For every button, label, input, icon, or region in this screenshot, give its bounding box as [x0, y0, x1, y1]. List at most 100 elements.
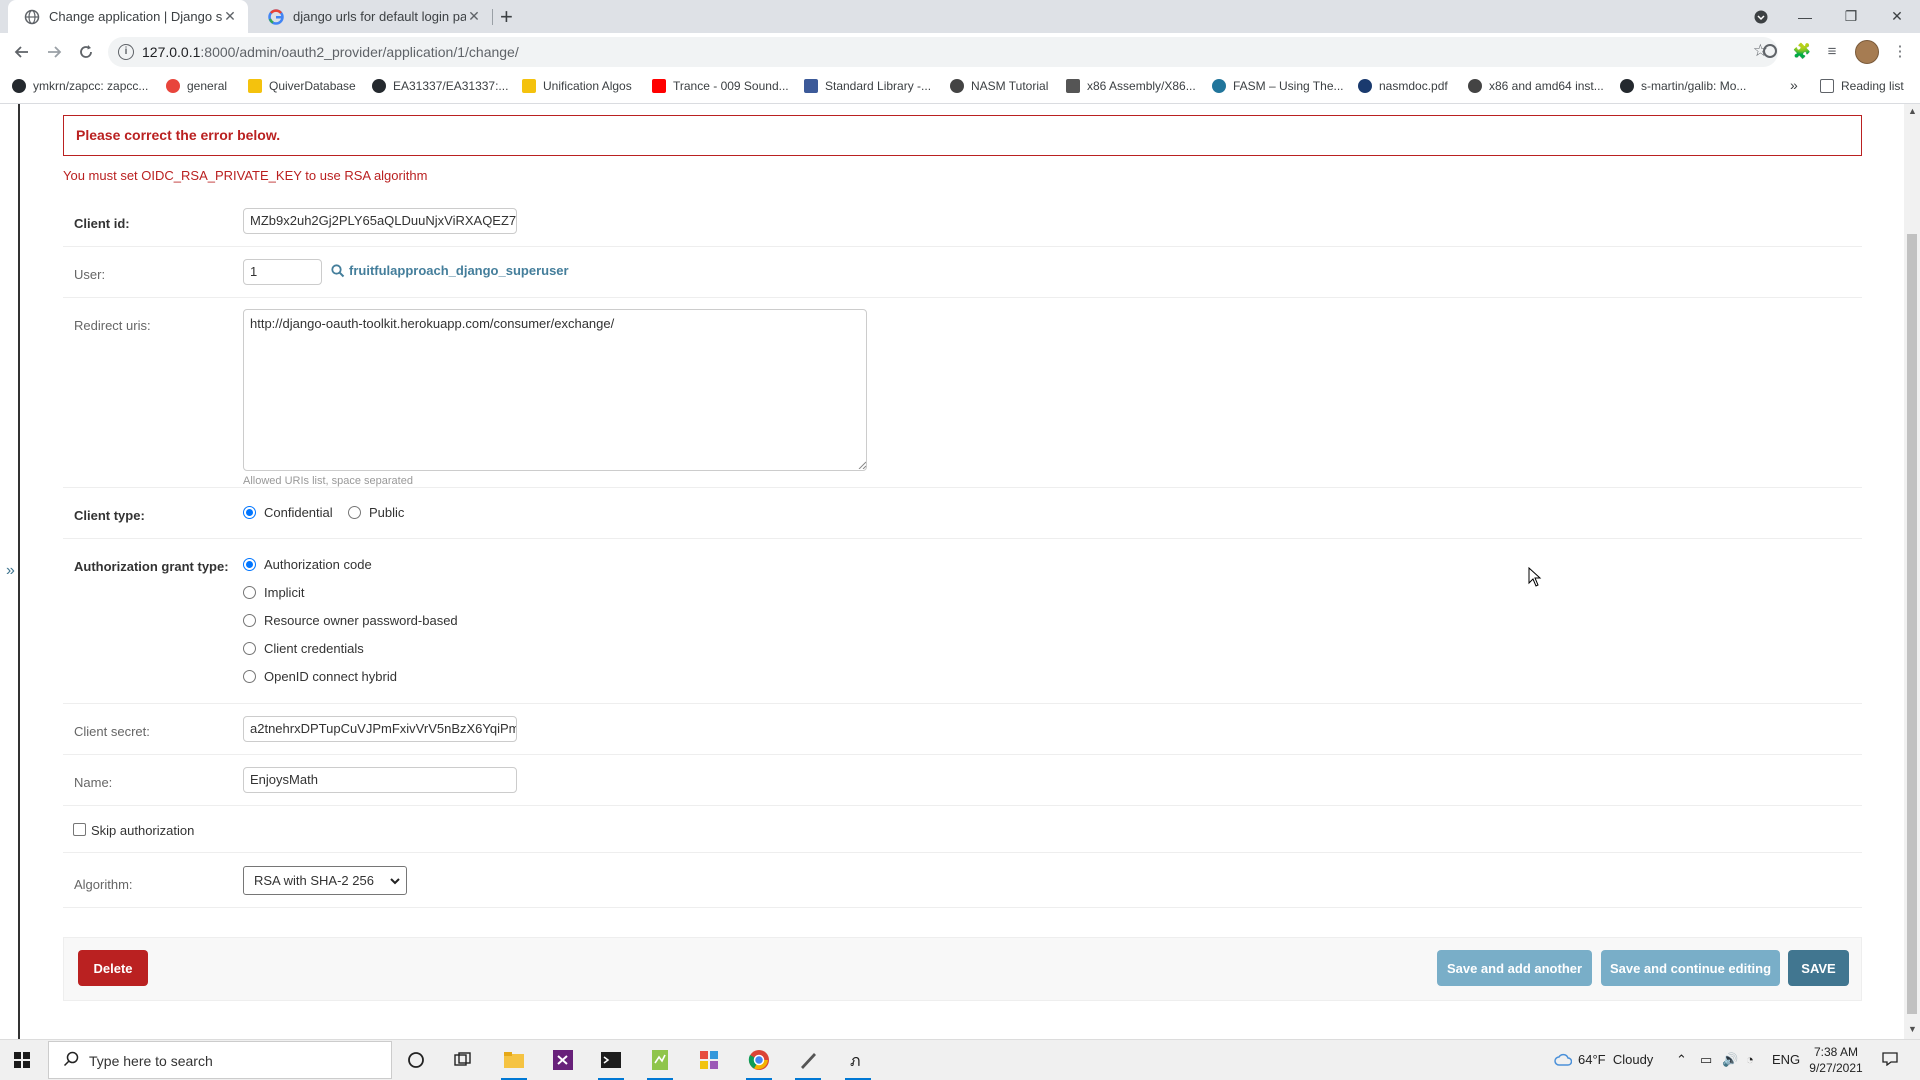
grant-type-label: Authorization grant type:	[74, 559, 229, 574]
scrollbar-thumb[interactable]	[1907, 234, 1917, 1014]
bookmark-item[interactable]: Trance - 009 Sound...	[652, 79, 789, 93]
terminal-icon[interactable]	[598, 1048, 624, 1080]
visual-studio-icon[interactable]	[550, 1048, 576, 1072]
tab-change-application[interactable]: Change application | Django site ✕	[8, 0, 248, 33]
google-icon	[268, 8, 284, 25]
sidebar-toggle-icon[interactable]: »	[6, 562, 15, 580]
app-cube-icon[interactable]	[696, 1048, 722, 1072]
bookmark-item[interactable]: FASM – Using The...	[1212, 79, 1344, 93]
task-view-icon[interactable]	[450, 1048, 476, 1072]
radio-implicit[interactable]: Implicit	[243, 585, 304, 600]
bookmark-item[interactable]: EA31337/EA31337:...	[372, 79, 508, 93]
taskbar-search-box[interactable]: Type here to search	[48, 1041, 392, 1079]
save-button[interactable]: SAVE	[1788, 950, 1849, 986]
save-and-continue-button[interactable]: Save and continue editing	[1601, 950, 1780, 986]
new-tab-icon[interactable]: +	[500, 4, 513, 30]
radio-button[interactable]	[243, 614, 256, 627]
bookmark-item[interactable]: general	[166, 79, 227, 93]
radio-openid-hybrid[interactable]: OpenID connect hybrid	[243, 669, 397, 684]
restore-icon[interactable]: ❐	[1828, 0, 1874, 33]
radio-authorization-code[interactable]: Authorization code	[243, 557, 372, 572]
language-indicator[interactable]: ENG	[1772, 1052, 1800, 1067]
radio-confidential[interactable]: Confidential	[243, 505, 333, 520]
radio-button[interactable]	[243, 506, 256, 519]
extension-circle-icon[interactable]	[1760, 41, 1780, 61]
wifi-icon[interactable]: ◔	[1746, 1052, 1754, 1067]
radio-button[interactable]	[243, 558, 256, 571]
close-tab-icon[interactable]: ✕	[466, 8, 482, 25]
radio-button[interactable]	[243, 586, 256, 599]
radio-password[interactable]: Resource owner password-based	[243, 613, 458, 628]
bookmark-item[interactable]: Standard Library -...	[804, 79, 931, 93]
menu-kebab-icon[interactable]: ⋮	[1890, 41, 1910, 61]
scroll-down-icon[interactable]: ▼	[1908, 1024, 1917, 1034]
page-scrollbar[interactable]: ▲ ▼	[1904, 104, 1920, 1039]
app-icon[interactable]: ภ	[845, 1048, 871, 1080]
cortana-icon[interactable]	[403, 1048, 429, 1072]
skip-authorization-checkbox[interactable]	[73, 823, 86, 836]
radio-button[interactable]	[243, 642, 256, 655]
radio-button[interactable]	[243, 670, 256, 683]
weather-widget[interactable]: 64°F Cloudy	[1554, 1052, 1653, 1067]
windows-start-icon[interactable]	[14, 1052, 30, 1068]
user-id-input[interactable]: 1	[243, 259, 322, 285]
bookmark-item[interactable]: QuiverDatabase	[248, 79, 356, 93]
volume-icon[interactable]: 🔊	[1722, 1052, 1738, 1068]
bookmark-item[interactable]: x86 and amd64 inst...	[1468, 79, 1604, 93]
bookmark-item[interactable]: NASM Tutorial	[950, 79, 1048, 93]
reload-icon[interactable]	[74, 40, 98, 64]
scroll-up-icon[interactable]: ▲	[1908, 106, 1917, 116]
forward-icon[interactable]	[42, 40, 66, 64]
address-bar[interactable]: i 127.0.0.1:8000/admin/oauth2_provider/a…	[108, 37, 1778, 67]
error-note: Please correct the error below.	[63, 115, 1862, 156]
client-id-input[interactable]: MZb9x2uh2Gj2PLY65aQLDuuNjxViRXAQEZ7y	[243, 208, 517, 234]
search-icon[interactable]	[331, 264, 345, 278]
delete-button[interactable]: Delete	[78, 950, 148, 986]
search-icon	[63, 1051, 79, 1067]
reading-list[interactable]: Reading list	[1820, 79, 1904, 93]
name-input[interactable]: EnjoysMath	[243, 767, 517, 793]
tab-django-urls[interactable]: django urls for default login pag ✕	[252, 0, 492, 33]
media-controls-icon[interactable]: ≡	[1822, 41, 1842, 61]
close-tab-icon[interactable]: ✕	[222, 8, 238, 25]
profile-avatar[interactable]	[1855, 40, 1879, 64]
bookmark-item[interactable]: x86 Assembly/X86...	[1066, 79, 1196, 93]
form-row-client-secret: Client secret: a2tnehrxDPTupCuVJPmFxivVr…	[63, 704, 1862, 755]
bookmark-item[interactable]: nasmdoc.pdf	[1358, 79, 1448, 93]
client-secret-input[interactable]: a2tnehrxDPTupCuVJPmFxivVrV5nBzX6YqiPm	[243, 716, 517, 742]
url-text[interactable]: 127.0.0.1:8000/admin/oauth2_provider/app…	[142, 44, 519, 60]
radio-client-credentials[interactable]: Client credentials	[243, 641, 364, 656]
extensions-puzzle-icon[interactable]: 🧩	[1792, 41, 1812, 61]
bookmark-item[interactable]: ymkrn/zapcc: zapcc...	[12, 79, 148, 93]
algorithm-select[interactable]: RSA with SHA-2 256	[243, 866, 407, 895]
tab-title: Change application | Django site	[49, 9, 222, 24]
form-row-skip-authorization: Skip authorization	[63, 806, 1862, 853]
bookmark-item[interactable]: Unification Algos	[522, 79, 632, 93]
windows-taskbar: Type here to search ภ 64°F Cloudy ⌃ ▭ 🔊 …	[0, 1039, 1920, 1080]
notifications-icon[interactable]	[1882, 1052, 1898, 1069]
github-icon	[1620, 79, 1634, 93]
inkscape-icon[interactable]	[795, 1048, 821, 1080]
save-and-add-another-button[interactable]: Save and add another	[1437, 950, 1592, 986]
globe-icon	[24, 9, 40, 24]
radio-button[interactable]	[348, 506, 361, 519]
clock[interactable]: 7:38 AM 9/27/2021	[1806, 1044, 1866, 1076]
file-explorer-icon[interactable]	[501, 1048, 527, 1080]
radio-public[interactable]: Public	[348, 505, 404, 520]
chevron-up-icon[interactable]: ⌃	[1676, 1052, 1687, 1068]
reading-list-icon	[1820, 79, 1834, 93]
tab-search-icon[interactable]	[1738, 0, 1784, 33]
meet-now-icon[interactable]: ▭	[1700, 1052, 1712, 1068]
bookmark-item[interactable]: s-martin/galib: Mo...	[1620, 79, 1746, 93]
site-info-icon[interactable]: i	[118, 44, 134, 60]
redirect-uris-textarea[interactable]: http://django-oauth-toolkit.herokuapp.co…	[243, 309, 867, 471]
user-lookup-link[interactable]: fruitfulapproach_django_superuser	[349, 263, 569, 278]
chrome-icon[interactable]	[746, 1048, 772, 1080]
notepad-plus-icon[interactable]	[647, 1048, 673, 1080]
redirect-uris-label: Redirect uris:	[74, 318, 151, 333]
resize-handle-icon[interactable]	[858, 461, 866, 469]
back-icon[interactable]	[10, 40, 34, 64]
window-close-icon[interactable]: ✕	[1874, 0, 1920, 33]
more-bookmarks-icon[interactable]: »	[1790, 77, 1798, 93]
minimize-icon[interactable]: —	[1782, 0, 1828, 33]
